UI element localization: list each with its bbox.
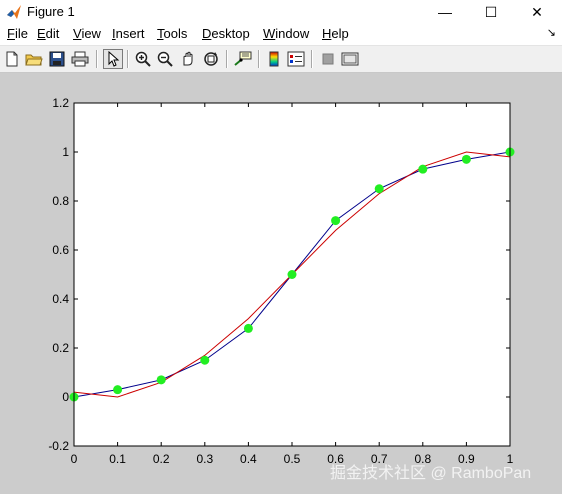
minimize-icon: — — [438, 4, 452, 20]
x-tick-label: 0.6 — [327, 452, 344, 466]
print-icon — [71, 51, 89, 67]
x-tick-label: 0.1 — [109, 452, 126, 466]
minimize-button[interactable]: — — [422, 0, 468, 24]
x-tick-label: 0.2 — [153, 452, 170, 466]
data-point-marker[interactable] — [113, 385, 123, 395]
hide-plot-tools-icon — [322, 53, 334, 65]
zoom-out-button[interactable] — [155, 49, 175, 69]
y-tick-label: -0.2 — [48, 439, 69, 453]
y-tick-label: 0 — [62, 390, 69, 404]
toolbar-separator — [258, 50, 260, 68]
y-tick-label: 0.8 — [52, 194, 69, 208]
zoom-in-icon — [135, 51, 151, 67]
x-tick-label: 0.7 — [371, 452, 388, 466]
data-point-marker[interactable] — [287, 270, 297, 279]
save-icon — [49, 51, 65, 67]
menu-desktop[interactable]: Desktop — [202, 26, 250, 41]
x-tick-label: 0.8 — [414, 452, 431, 466]
y-tick-label: 1 — [62, 145, 69, 159]
open-folder-icon — [25, 54, 43, 66]
print-button[interactable] — [70, 49, 90, 69]
data-point-marker[interactable] — [374, 184, 384, 194]
toolbar-separator — [127, 50, 129, 68]
data-point-marker[interactable] — [331, 216, 341, 226]
close-icon: ✕ — [531, 3, 543, 20]
pan-button[interactable] — [178, 49, 198, 69]
menu-help[interactable]: Help — [322, 26, 349, 41]
data-cursor-button[interactable] — [233, 49, 253, 69]
figure-canvas: 0 0.1 0.2 0.3 0.4 0.5 0.6 0.7 0.8 0.9 1 -0.2 0 0.2 0.4… — [0, 73, 562, 494]
toolbar-separator — [226, 50, 228, 68]
matlab-logo-icon — [7, 5, 21, 19]
menu-view[interactable]: View — [73, 26, 101, 41]
close-button[interactable]: ✕ — [514, 0, 560, 24]
menu-edit[interactable]: Edit — [37, 26, 59, 41]
watermark-text: 掘金技术社区 @ RamboPan — [330, 464, 531, 482]
new-figure-icon — [6, 51, 18, 67]
edit-plot-button[interactable] — [103, 49, 123, 69]
window-titlebar: Figure 1 — ☐ ✕ — [0, 0, 562, 24]
edit-plot-arrow-icon — [108, 51, 120, 67]
new-figure-button[interactable] — [2, 49, 22, 69]
insert-legend-icon — [287, 51, 305, 67]
x-tick-label: 1 — [507, 452, 514, 466]
x-tick-label: 0.3 — [196, 452, 213, 466]
data-point-marker[interactable] — [418, 164, 428, 174]
menu-tools[interactable]: Tools — [157, 26, 187, 41]
save-button[interactable] — [47, 49, 67, 69]
plot-svg: 0 0.1 0.2 0.3 0.4 0.5 0.6 0.7 0.8 0.9 1-0.200.20.4… — [48, 96, 531, 482]
y-tick-label: 1.2 — [52, 96, 69, 110]
x-tick-label: 0.4 — [240, 452, 257, 466]
x-tick-label: 0 — [71, 452, 78, 466]
insert-colorbar-button[interactable] — [264, 49, 284, 69]
data-point-marker[interactable] — [200, 355, 210, 365]
insert-colorbar-icon — [269, 51, 279, 67]
window-title: Figure 1 — [27, 4, 75, 19]
insert-legend-button[interactable] — [286, 49, 306, 69]
toolbar-separator — [311, 50, 313, 68]
data-cursor-icon — [234, 51, 252, 66]
toolbar-separator — [96, 50, 98, 68]
data-point-marker[interactable] — [461, 154, 471, 164]
menu-bar: File Edit View Insert Tools Desktop Wind… — [0, 24, 562, 46]
pan-hand-icon — [183, 51, 193, 66]
open-file-button[interactable] — [24, 49, 44, 69]
maximize-icon: ☐ — [484, 3, 498, 20]
show-plot-tools-icon — [341, 52, 359, 66]
y-tick-label: 0.4 — [52, 292, 69, 306]
x-tick-label: 0.9 — [458, 452, 475, 466]
show-plot-tools-button[interactable] — [340, 49, 360, 69]
y-tick-label: 0.2 — [52, 341, 69, 355]
figure-toolbar — [0, 46, 562, 73]
rotate-3d-icon — [204, 52, 218, 66]
data-point-marker[interactable] — [156, 375, 166, 385]
menu-insert[interactable]: Insert — [112, 26, 145, 41]
data-point-marker[interactable] — [243, 323, 253, 333]
menu-window[interactable]: Window — [263, 26, 309, 41]
dock-figure-icon[interactable]: ↘ — [547, 26, 556, 39]
x-tick-label: 0.5 — [284, 452, 301, 466]
zoom-in-button[interactable] — [133, 49, 153, 69]
zoom-out-icon — [157, 51, 173, 67]
menu-file[interactable]: File — [7, 26, 28, 41]
hide-plot-tools-button[interactable] — [318, 49, 338, 69]
y-tick-label: 0.6 — [52, 243, 69, 257]
rotate-3d-button[interactable] — [201, 49, 221, 69]
maximize-button[interactable]: ☐ — [468, 0, 514, 24]
